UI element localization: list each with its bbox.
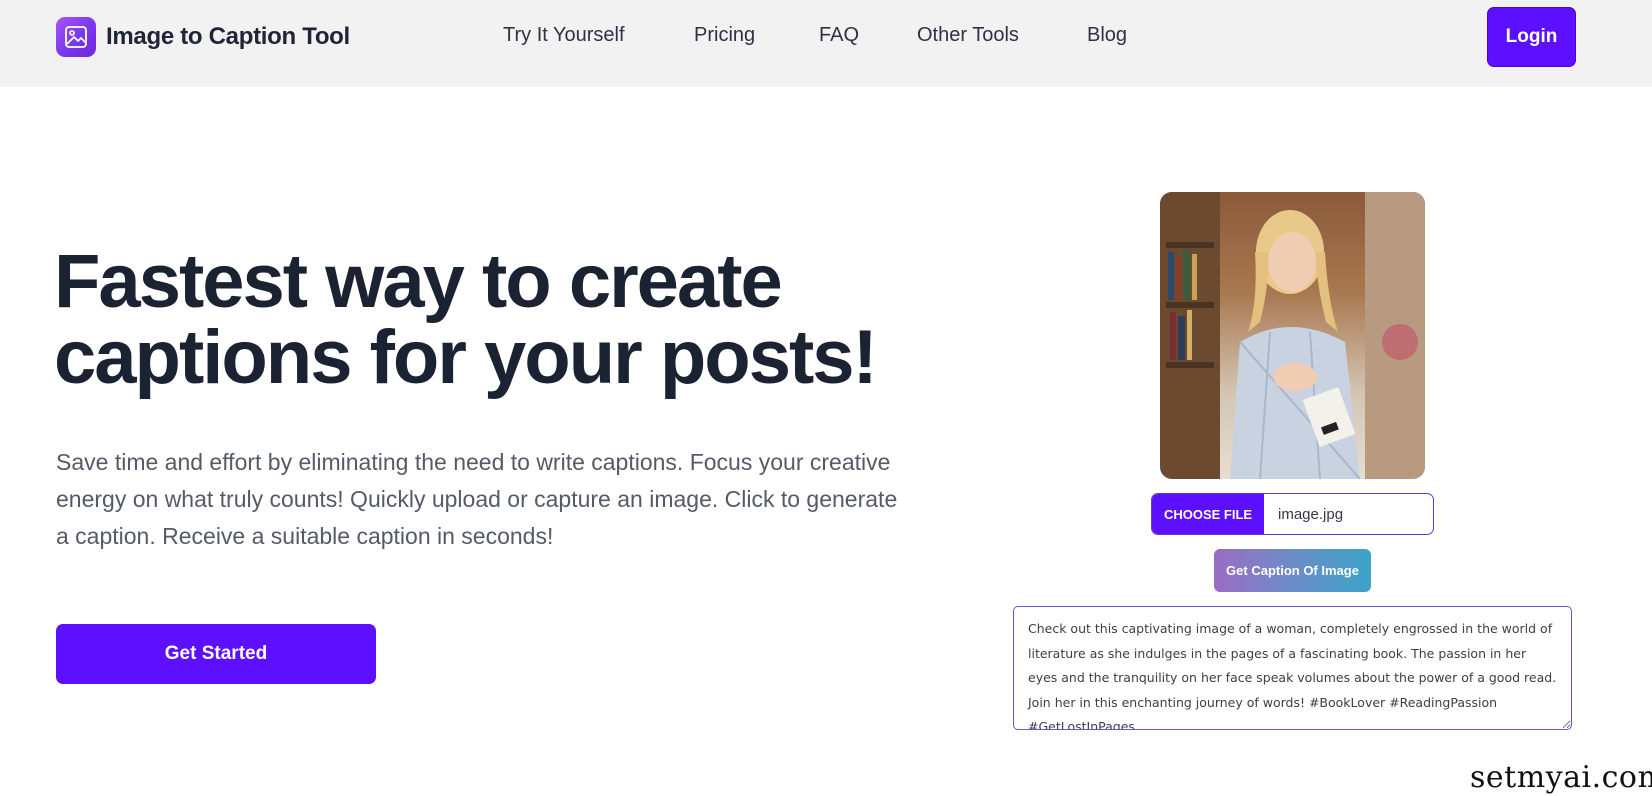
choose-file-button[interactable]: CHOOSE FILE [1152,494,1264,534]
nav-link-blog[interactable]: Blog [1087,24,1127,47]
brand[interactable]: Image to Caption Tool [56,17,350,57]
brand-name: Image to Caption Tool [106,23,350,50]
watermark: setmyai.com [1470,760,1652,795]
caption-output-textarea[interactable]: Check out this captivating image of a wo… [1013,606,1572,730]
nav-link-other-tools[interactable]: Other Tools [917,24,1019,47]
navbar: Image to Caption Tool Try It Yourself Pr… [0,0,1652,87]
hero-description: Save time and effort by eliminating the … [56,449,898,549]
uploaded-image-preview [1160,192,1425,479]
hero-title: Fastest way to create captions for your … [54,239,878,400]
selected-file-name: image.jpg [1278,505,1344,523]
nav-link-try-it-yourself[interactable]: Try It Yourself [503,24,625,47]
image-icon [56,17,96,57]
file-upload-field: CHOOSE FILE image.jpg [1151,493,1434,535]
nav-link-pricing[interactable]: Pricing [694,24,755,47]
nav-link-faq[interactable]: FAQ [819,24,859,47]
get-caption-button[interactable]: Get Caption Of Image [1214,549,1371,592]
get-started-button[interactable]: Get Started [56,624,376,684]
login-button[interactable]: Login [1487,7,1576,67]
